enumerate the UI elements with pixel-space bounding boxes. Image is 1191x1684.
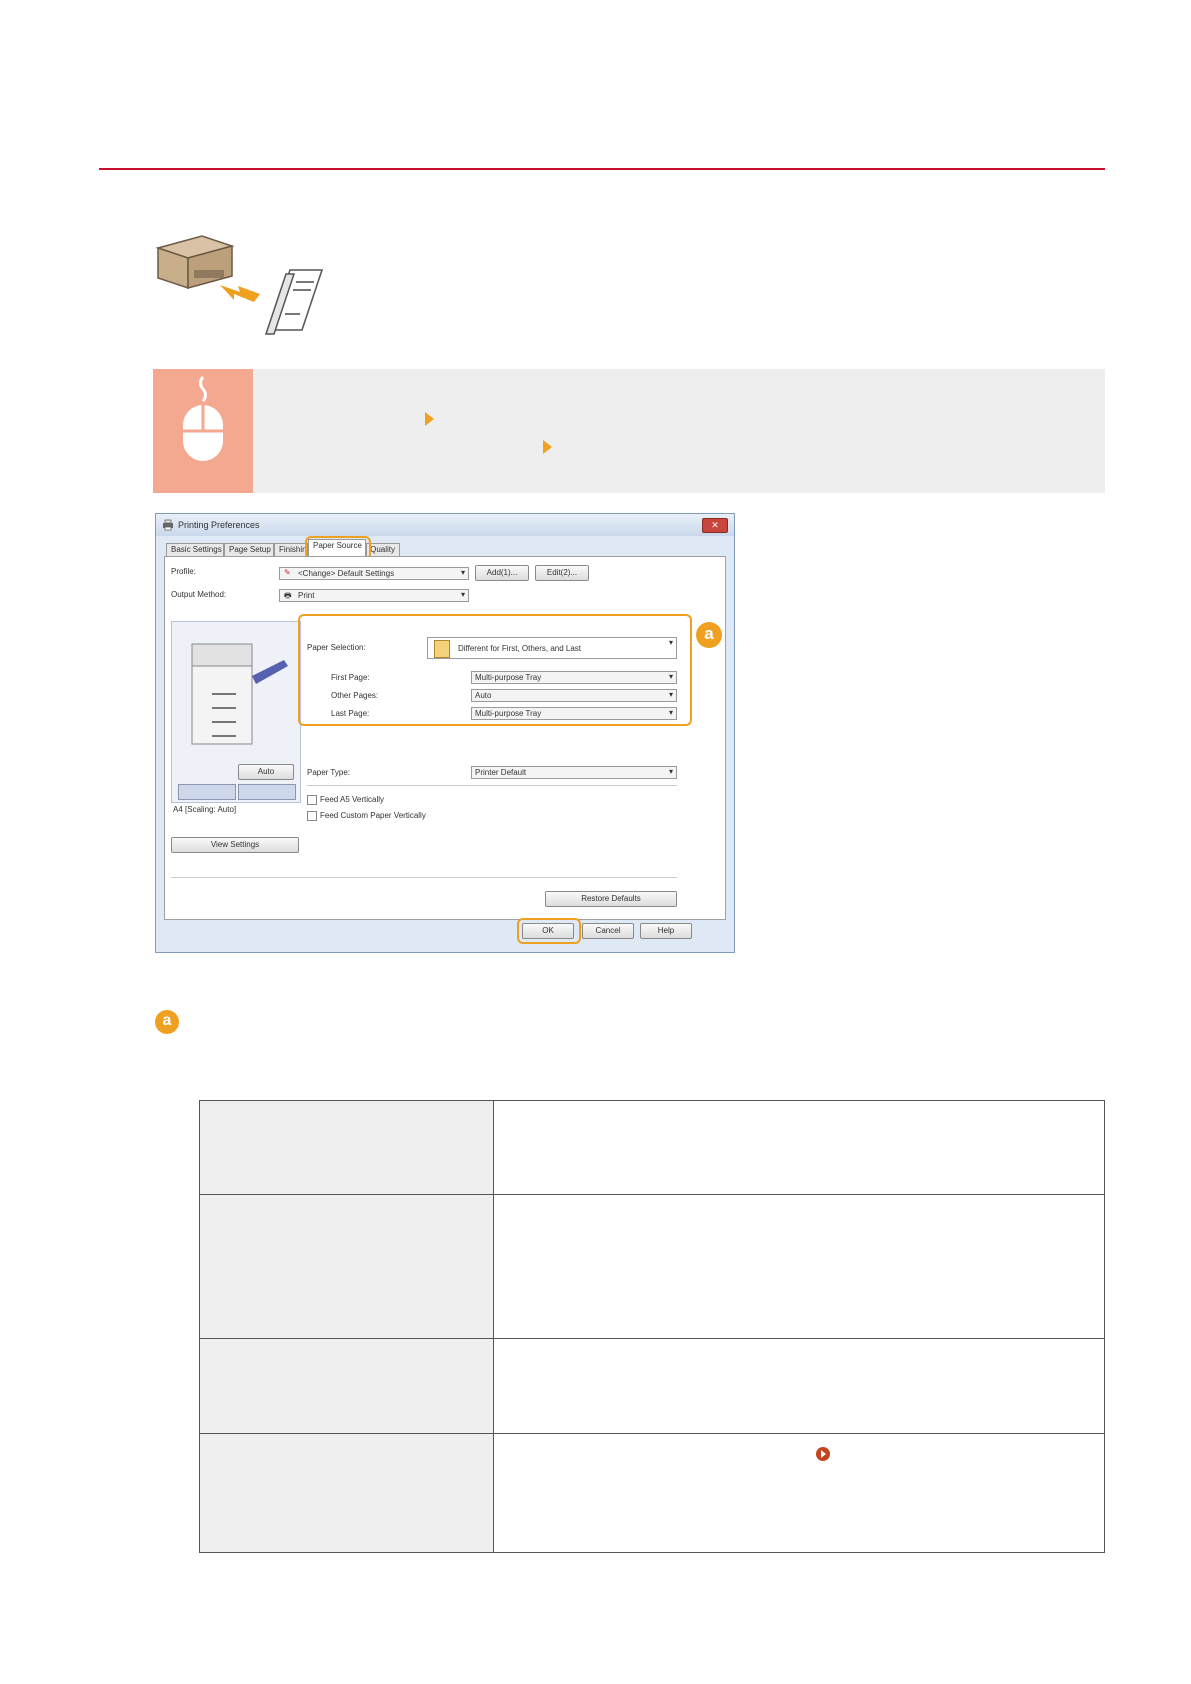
preview-caption: A4 [Scaling: Auto] [173,805,237,814]
mouse-operation-box [153,369,253,493]
tab-page-setup[interactable]: Page Setup [224,543,274,556]
layout-icons[interactable] [178,784,236,800]
profile-value: <Change> Default Settings [298,569,395,578]
step-arrow-icon [425,412,434,426]
add-profile-button[interactable]: Add(1)... [475,565,529,581]
output-method-value: Print [298,591,315,600]
feed-a5-label: Feed A5 Vertically [320,795,385,804]
dialog-titlebar: Printing Preferences ✕ [156,514,734,536]
paper-type-select[interactable]: Printer Default [471,766,677,779]
dialog-title: Printing Preferences [178,520,260,530]
printer-output-illustration [155,235,324,335]
option-name-cell [199,1194,494,1339]
option-name-cell [199,1338,494,1434]
option-description-cell [493,1338,1105,1434]
view-settings-button[interactable]: View Settings [171,837,299,853]
tab-basic-settings[interactable]: Basic Settings [166,543,224,556]
mouse-icon [183,376,223,461]
pencil-icon: ✎ [284,568,291,577]
color-icons[interactable] [238,784,296,800]
table-row [199,1433,1105,1553]
output-method-label: Output Method: [171,590,227,599]
option-description-cell [493,1433,1105,1553]
operation-banner [153,369,1105,493]
table-row [199,1194,1105,1339]
option-name-cell [199,1433,494,1553]
section-rule [99,168,1105,170]
option-description-cell [493,1100,1105,1195]
auto-button[interactable]: Auto [238,764,294,780]
option-name-cell [199,1100,494,1195]
output-method-select[interactable]: 🖶 Print [279,589,469,602]
printer-small-icon [163,519,173,531]
printing-preferences-dialog: Printing Preferences ✕ Basic Settings Pa… [155,513,735,953]
feed-custom-label: Feed Custom Paper Vertically [320,811,426,820]
help-button[interactable]: Help [640,923,692,939]
arrow-icon [220,285,260,302]
feed-custom-checkbox[interactable] [307,811,317,821]
profile-label: Profile: [171,567,196,576]
paper-type-value: Printer Default [475,768,527,777]
print-icon: 🖶 [284,591,292,600]
printer-preview-icon [191,643,288,745]
printer-preview-pane: Auto [171,621,301,803]
document-icon [264,269,324,335]
dialog-body: Profile: ✎ <Change> Default Settings Add… [164,556,726,920]
callout-a-badge: a [696,622,722,648]
restore-defaults-button[interactable]: Restore Defaults [545,891,677,907]
tab-finishing[interactable]: Finishing [274,543,308,556]
section-a-badge: a [155,1010,179,1034]
divider [307,785,677,786]
paper-selection-highlight [298,614,692,726]
profile-select[interactable]: ✎ <Change> Default Settings [279,567,469,580]
step-arrow-icon [543,440,552,454]
table-row [199,1100,1105,1195]
option-description-cell [493,1194,1105,1339]
tab-quality[interactable]: Quality [366,543,400,556]
close-button[interactable]: ✕ [702,518,728,533]
table-row [199,1338,1105,1434]
printer-icon [155,235,235,290]
paper-selection-options-table [199,1100,1105,1553]
feed-a5-checkbox[interactable] [307,795,317,805]
divider [171,877,677,878]
ok-button-highlight [517,918,581,944]
cancel-button[interactable]: Cancel [582,923,634,939]
edit-profile-button[interactable]: Edit(2)... [535,565,589,581]
paper-type-label: Paper Type: [307,768,350,777]
link-arrow-icon[interactable] [816,1447,830,1461]
